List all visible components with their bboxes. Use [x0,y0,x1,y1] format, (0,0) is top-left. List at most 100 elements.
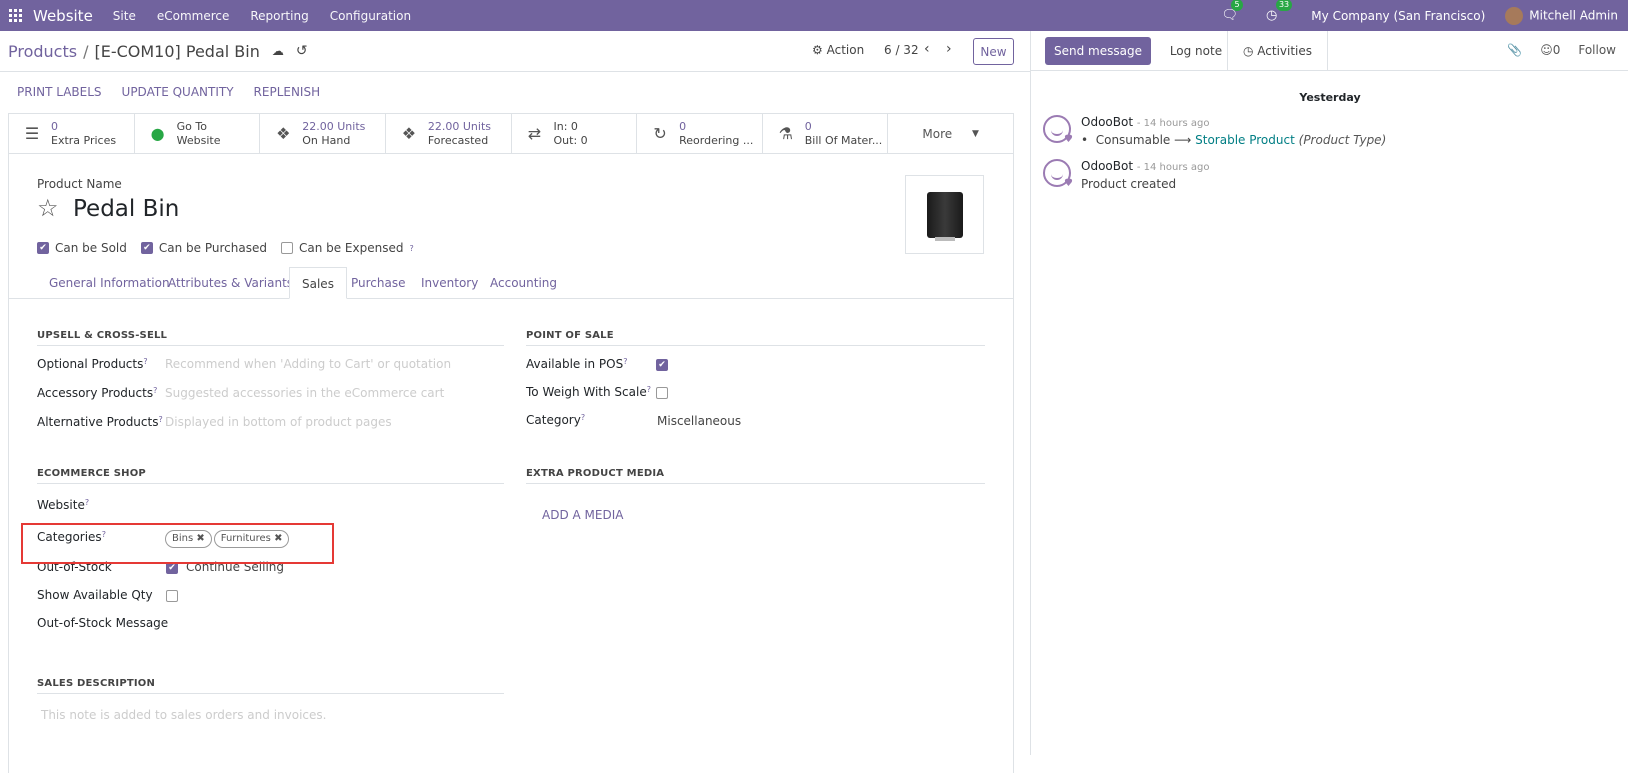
app-menu-icon[interactable] [0,9,30,22]
out-value: Out: 0 [553,133,588,147]
tracking-line: • Consumable ⟶ Storable Product (Product… [1081,133,1387,147]
product-image[interactable] [905,175,984,254]
pedal-bin-image [926,191,963,241]
can-be-purchased-option[interactable]: ✔ Can be Purchased [140,241,267,255]
reordering-button[interactable]: ↻ 0 Reordering ... [637,114,763,153]
send-message-button[interactable]: Send message [1045,36,1151,65]
followers-count: 0 [1552,43,1561,57]
arrow-right-icon: ⟶ [1174,133,1192,147]
accessory-products-input[interactable]: Suggested accessories in the eCommerce c… [165,386,444,400]
activities-button[interactable]: ◷ 33 [1266,0,1293,23]
out-of-stock-message-label: Out-of-Stock Message [37,616,169,630]
can-be-sold-checkbox[interactable]: ✔ [37,242,49,254]
discard-icon[interactable]: ↺ [296,43,308,59]
product-name-field[interactable]: Pedal Bin [73,196,179,222]
paperclip-icon[interactable]: 📎 [1507,43,1522,57]
pos-category-field[interactable]: Miscellaneous [657,414,741,428]
alternative-products-label: Alternative Products? [37,415,163,429]
form-tabs: General Information Attributes & Variant… [9,267,1013,299]
optional-products-label: Optional Products? [37,357,148,371]
new-button[interactable]: New [973,38,1014,65]
pager-previous-icon[interactable]: ‹ [924,41,930,57]
bill-of-materials-button[interactable]: ⚗ 0 Bill Of Mater... [763,114,889,153]
tab-attributes-variants[interactable]: Attributes & Variants [156,267,305,299]
more-label: More [922,126,953,141]
avatar [1505,6,1524,25]
tab-purchase[interactable]: Purchase [339,267,418,299]
followers-button[interactable]: ☺0 [1540,43,1560,57]
message-time: - 14 hours ago [1136,162,1210,173]
add-media-button[interactable]: ADD A MEDIA [542,508,623,522]
chatter-panel: Send message Log note ◷ Activities 📎 ☺0 … [1030,30,1628,755]
old-value: Consumable [1095,133,1171,147]
tracked-field: (Product Type) [1298,133,1387,147]
gear-icon: ⚙ [812,43,823,57]
menu-reporting[interactable]: Reporting [250,9,308,23]
can-be-purchased-checkbox[interactable]: ✔ [140,242,153,254]
star-icon[interactable]: ☆ [37,194,59,222]
bom-value: 0 [804,119,812,133]
tab-accounting[interactable]: Accounting [478,267,569,299]
control-panel: Products / [E-COM10] Pedal Bin ☁ ↺ ⚙ Act… [0,31,1030,72]
menu-ecommerce[interactable]: eCommerce [157,9,230,23]
print-labels-button[interactable]: PRINT LABELS [17,85,102,99]
extra-media-section-title: EXTRA PRODUCT MEDIA [526,468,985,484]
chatter-message: ♥ OdooBot - 14 hours ago Product created [1043,159,1209,191]
alternative-products-input[interactable]: Displayed in bottom of product pages [165,415,392,429]
available-in-pos-checkbox[interactable]: ✔ [656,359,668,371]
can-be-sold-label: Can be Sold [55,241,127,255]
forecasted-button[interactable]: ❖ 22.00 Units Forecasted [386,114,512,153]
activities-button[interactable]: ◷ Activities [1226,30,1329,71]
action-button[interactable]: ⚙ Action [812,43,864,57]
cubes-icon: ❖ [401,124,417,143]
sales-description-input[interactable]: This note is added to sales orders and i… [41,708,326,722]
in-out-button[interactable]: ⇄ In: 0 Out: 0 [512,114,638,153]
more-button[interactable]: More ▼ [888,114,1013,153]
extra-prices-label: Extra Prices [51,133,117,147]
log-note-button[interactable]: Log note [1165,31,1227,71]
company-switcher[interactable]: My Company (San Francisco) [1311,9,1485,23]
replenish-button[interactable]: REPLENISH [254,85,321,99]
message-time: - 14 hours ago [1136,118,1210,129]
can-be-expensed-checkbox[interactable] [280,242,293,254]
user-menu[interactable]: Mitchell Admin [1505,6,1618,25]
messages-badge: 5 [1231,0,1243,11]
refresh-icon: ↻ [653,124,667,143]
chatter-message: ♥ OdooBot - 14 hours ago • Consumable ⟶ … [1043,115,1386,147]
heart-icon: ♥ [1064,178,1073,189]
show-available-qty-label: Show Available Qty [37,588,153,602]
menu-site[interactable]: Site [113,9,136,23]
message-author[interactable]: OdooBot [1081,115,1133,129]
breadcrumb-products[interactable]: Products [8,42,77,61]
follow-button[interactable]: Follow [1578,43,1616,57]
message-author[interactable]: OdooBot [1081,159,1133,173]
statusbar: PRINT LABELS UPDATE QUANTITY REPLENISH [0,72,1030,112]
optional-products-input[interactable]: Recommend when 'Adding to Cart' or quota… [165,357,451,371]
show-available-qty-checkbox[interactable] [166,590,178,602]
can-be-expensed-option[interactable]: Can be Expensed? [280,241,414,255]
pos-category-label: Category? [526,413,586,427]
menu-configuration[interactable]: Configuration [330,9,411,23]
save-cloud-icon[interactable]: ☁ [272,44,284,58]
go-to-label: Go To [176,119,207,133]
can-be-sold-option[interactable]: ✔ Can be Sold [37,241,127,255]
extra-prices-button[interactable]: ☰ 0 Extra Prices [9,114,135,153]
pager-next-icon[interactable]: › [946,41,952,57]
to-weigh-label: To Weigh With Scale? [526,385,651,399]
user-icon: ☺ [1540,43,1553,57]
go-to-website-button[interactable]: ● Go To Website [135,114,261,153]
reordering-value: 0 [679,119,687,133]
update-quantity-button[interactable]: UPDATE QUANTITY [122,85,234,99]
odoobot-avatar: ♥ [1043,159,1073,189]
message-body: Product created [1081,177,1177,191]
pos-section-title: POINT OF SALE [526,330,985,346]
pager-value[interactable]: 6 / 32 [884,43,919,57]
to-weigh-checkbox[interactable] [656,387,668,399]
activities-badge: 33 [1275,0,1293,11]
on-hand-button[interactable]: ❖ 22.00 Units On Hand [260,114,386,153]
globe-icon: ● [150,124,165,143]
app-name[interactable]: Website [33,7,93,25]
messages-button[interactable]: 🗨 5 [1221,0,1243,23]
accessory-products-label: Accessory Products? [37,386,158,400]
caret-down-icon: ▼ [972,128,979,139]
